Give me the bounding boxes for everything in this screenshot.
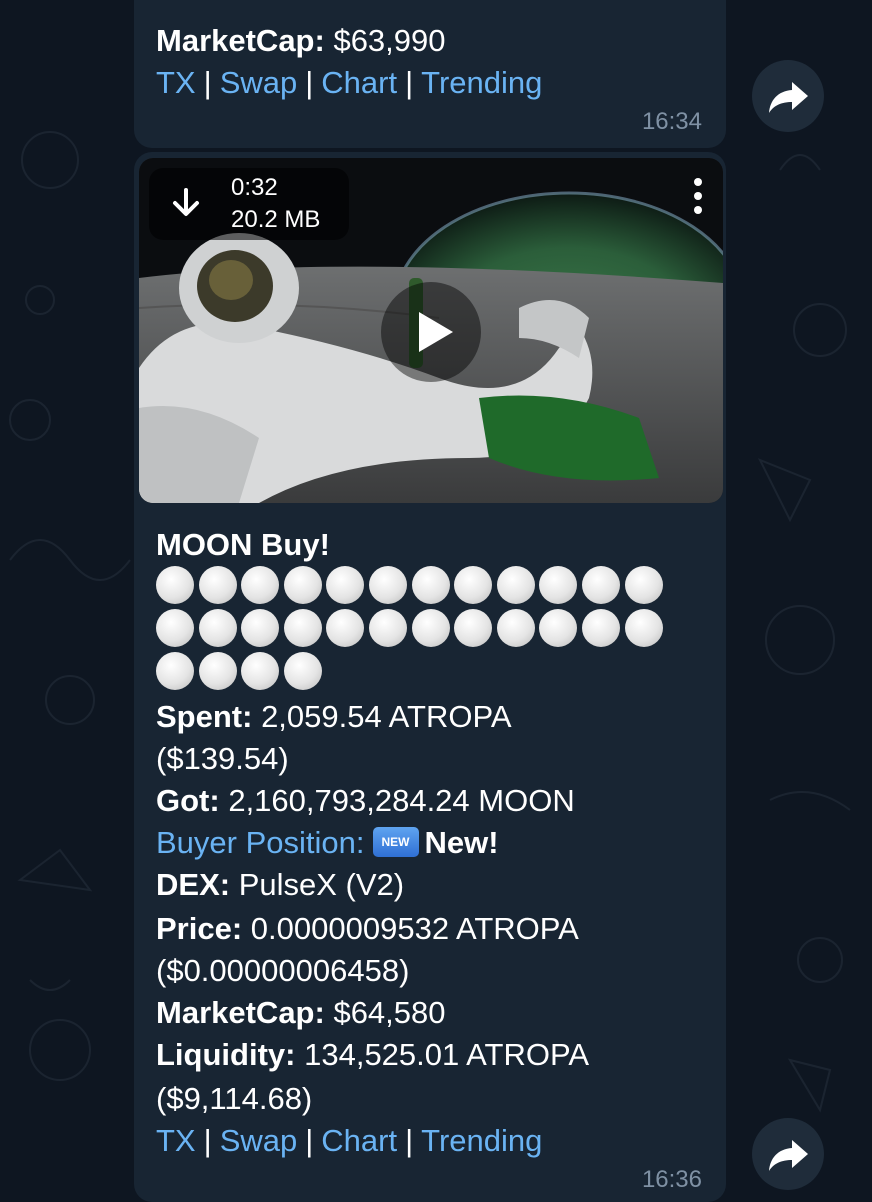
spent-usd: ($139.54) — [156, 741, 289, 776]
buyer-position-link[interactable]: Buyer Position: — [156, 825, 365, 860]
got-value: 2,160,793,284.24 MOON — [228, 783, 575, 818]
message-bubble-1: ` MarketCap: $63,990 TX|Swap|Chart|Trend… — [134, 0, 726, 148]
got-label: Got: — [156, 783, 220, 818]
link-separator: | — [405, 65, 414, 100]
white-circle-icon — [368, 609, 407, 647]
white-circle-icon — [326, 609, 365, 647]
white-circle-icon — [368, 566, 407, 604]
white-circle-icon — [198, 609, 237, 647]
white-circle-icon — [539, 609, 578, 647]
white-circle-icon — [496, 609, 535, 647]
link-separator: | — [203, 65, 212, 100]
download-badge[interactable]: 0:32 20.2 MB — [149, 168, 349, 240]
marketcap-line: MarketCap: $63,990 — [156, 20, 446, 62]
marketcap-value: $64,580 — [333, 995, 446, 1030]
video-thumbnail[interactable]: 0:32 20.2 MB — [139, 158, 723, 503]
white-circle-icon — [283, 609, 322, 647]
white-circle-icon — [156, 652, 194, 690]
white-circle-icon — [241, 652, 280, 690]
partial-text-top: ` — [156, 0, 163, 8]
price-usd: ($0.00000006458) — [156, 953, 410, 988]
white-circle-icon — [496, 566, 535, 604]
marketcap-label: MarketCap: — [156, 23, 325, 58]
white-circle-icon — [241, 609, 280, 647]
tx-link[interactable]: TX — [156, 1123, 196, 1158]
white-circle-icon — [156, 566, 194, 604]
white-circle-icon — [624, 566, 663, 604]
white-circle-icon — [326, 566, 365, 604]
share-forward-icon — [769, 82, 808, 113]
spent-value: 2,059.54 ATROPA — [261, 699, 512, 734]
message-time: 16:36 — [641, 1166, 702, 1193]
price-value: 0.0000009532 ATROPA — [250, 911, 579, 946]
price-label: Price: — [156, 911, 243, 946]
white-circle-icon — [283, 652, 322, 690]
white-circle-icon — [198, 566, 237, 604]
dex-line: DEX: PulseX (V2) — [156, 864, 404, 906]
share-button-2[interactable] — [752, 1118, 824, 1190]
new-badge-icon: NEW — [372, 826, 419, 857]
buyer-position-line: Buyer Position: NEW New! — [156, 822, 499, 864]
white-circle-icon — [539, 566, 578, 604]
spent-label: Spent: — [156, 699, 253, 734]
video-size: 20.2 MB — [231, 206, 321, 233]
buyer-position-value: New! — [424, 825, 499, 860]
link-separator: | — [305, 65, 314, 100]
white-circle-icon — [581, 609, 620, 647]
message-title: MOON Buy! — [156, 527, 330, 562]
swap-link[interactable]: Swap — [220, 1123, 298, 1158]
white-circle-icon — [156, 609, 194, 647]
links-row: TX | Swap | Chart | Trending — [156, 1120, 542, 1162]
got-line: Got: 2,160,793,284.24 MOON — [156, 780, 575, 822]
marketcap-value: $63,990 — [333, 23, 446, 58]
trending-link[interactable]: Trending — [421, 1123, 542, 1158]
white-circle-icon — [283, 566, 322, 604]
dex-label: DEX: — [156, 867, 231, 902]
liquidity-usd: ($9,114.68) — [156, 1081, 313, 1116]
download-arrow-icon — [173, 188, 199, 216]
liquidity-line: Liquidity: 134,525.01 ATROPA — [156, 1034, 589, 1076]
buy-size-indicator — [156, 566, 676, 695]
swap-link[interactable]: Swap — [220, 65, 298, 100]
marketcap-label: MarketCap: — [156, 995, 325, 1030]
message-bubble-2: 0:32 20.2 MB MOON Buy! Spent: 2,059.54 A… — [134, 152, 726, 1202]
more-vertical-icon[interactable] — [691, 176, 705, 216]
liquidity-value: 134,525.01 ATROPA — [304, 1037, 590, 1072]
white-circle-icon — [581, 566, 620, 604]
price-line: Price: 0.0000009532 ATROPA — [156, 908, 579, 950]
share-forward-icon — [769, 1140, 808, 1171]
share-button-1[interactable] — [752, 60, 824, 132]
dex-value: PulseX (V2) — [238, 867, 405, 902]
chart-link[interactable]: Chart — [321, 65, 397, 100]
liquidity-label: Liquidity: — [156, 1037, 296, 1072]
white-circle-icon — [241, 566, 280, 604]
white-circle-icon — [454, 609, 493, 647]
marketcap-line: MarketCap: $64,580 — [156, 992, 446, 1034]
white-circle-icon — [198, 652, 237, 690]
link-separator: | — [305, 1123, 314, 1158]
white-circle-icon — [624, 609, 663, 647]
play-icon — [419, 312, 453, 352]
tx-link[interactable]: TX — [156, 65, 196, 100]
trending-link[interactable]: Trending — [421, 65, 542, 100]
chart-link[interactable]: Chart — [321, 1123, 397, 1158]
play-button[interactable] — [381, 282, 481, 382]
link-separator: | — [405, 1123, 414, 1158]
links-row: TX | Swap | Chart | Trending — [156, 62, 542, 104]
video-duration: 0:32 — [231, 174, 278, 201]
white-circle-icon — [454, 566, 493, 604]
link-separator: | — [203, 1123, 212, 1158]
white-circle-icon — [411, 609, 450, 647]
message-time: 16:34 — [641, 108, 702, 135]
spent-line: Spent: 2,059.54 ATROPA — [156, 696, 512, 738]
white-circle-icon — [411, 566, 450, 604]
